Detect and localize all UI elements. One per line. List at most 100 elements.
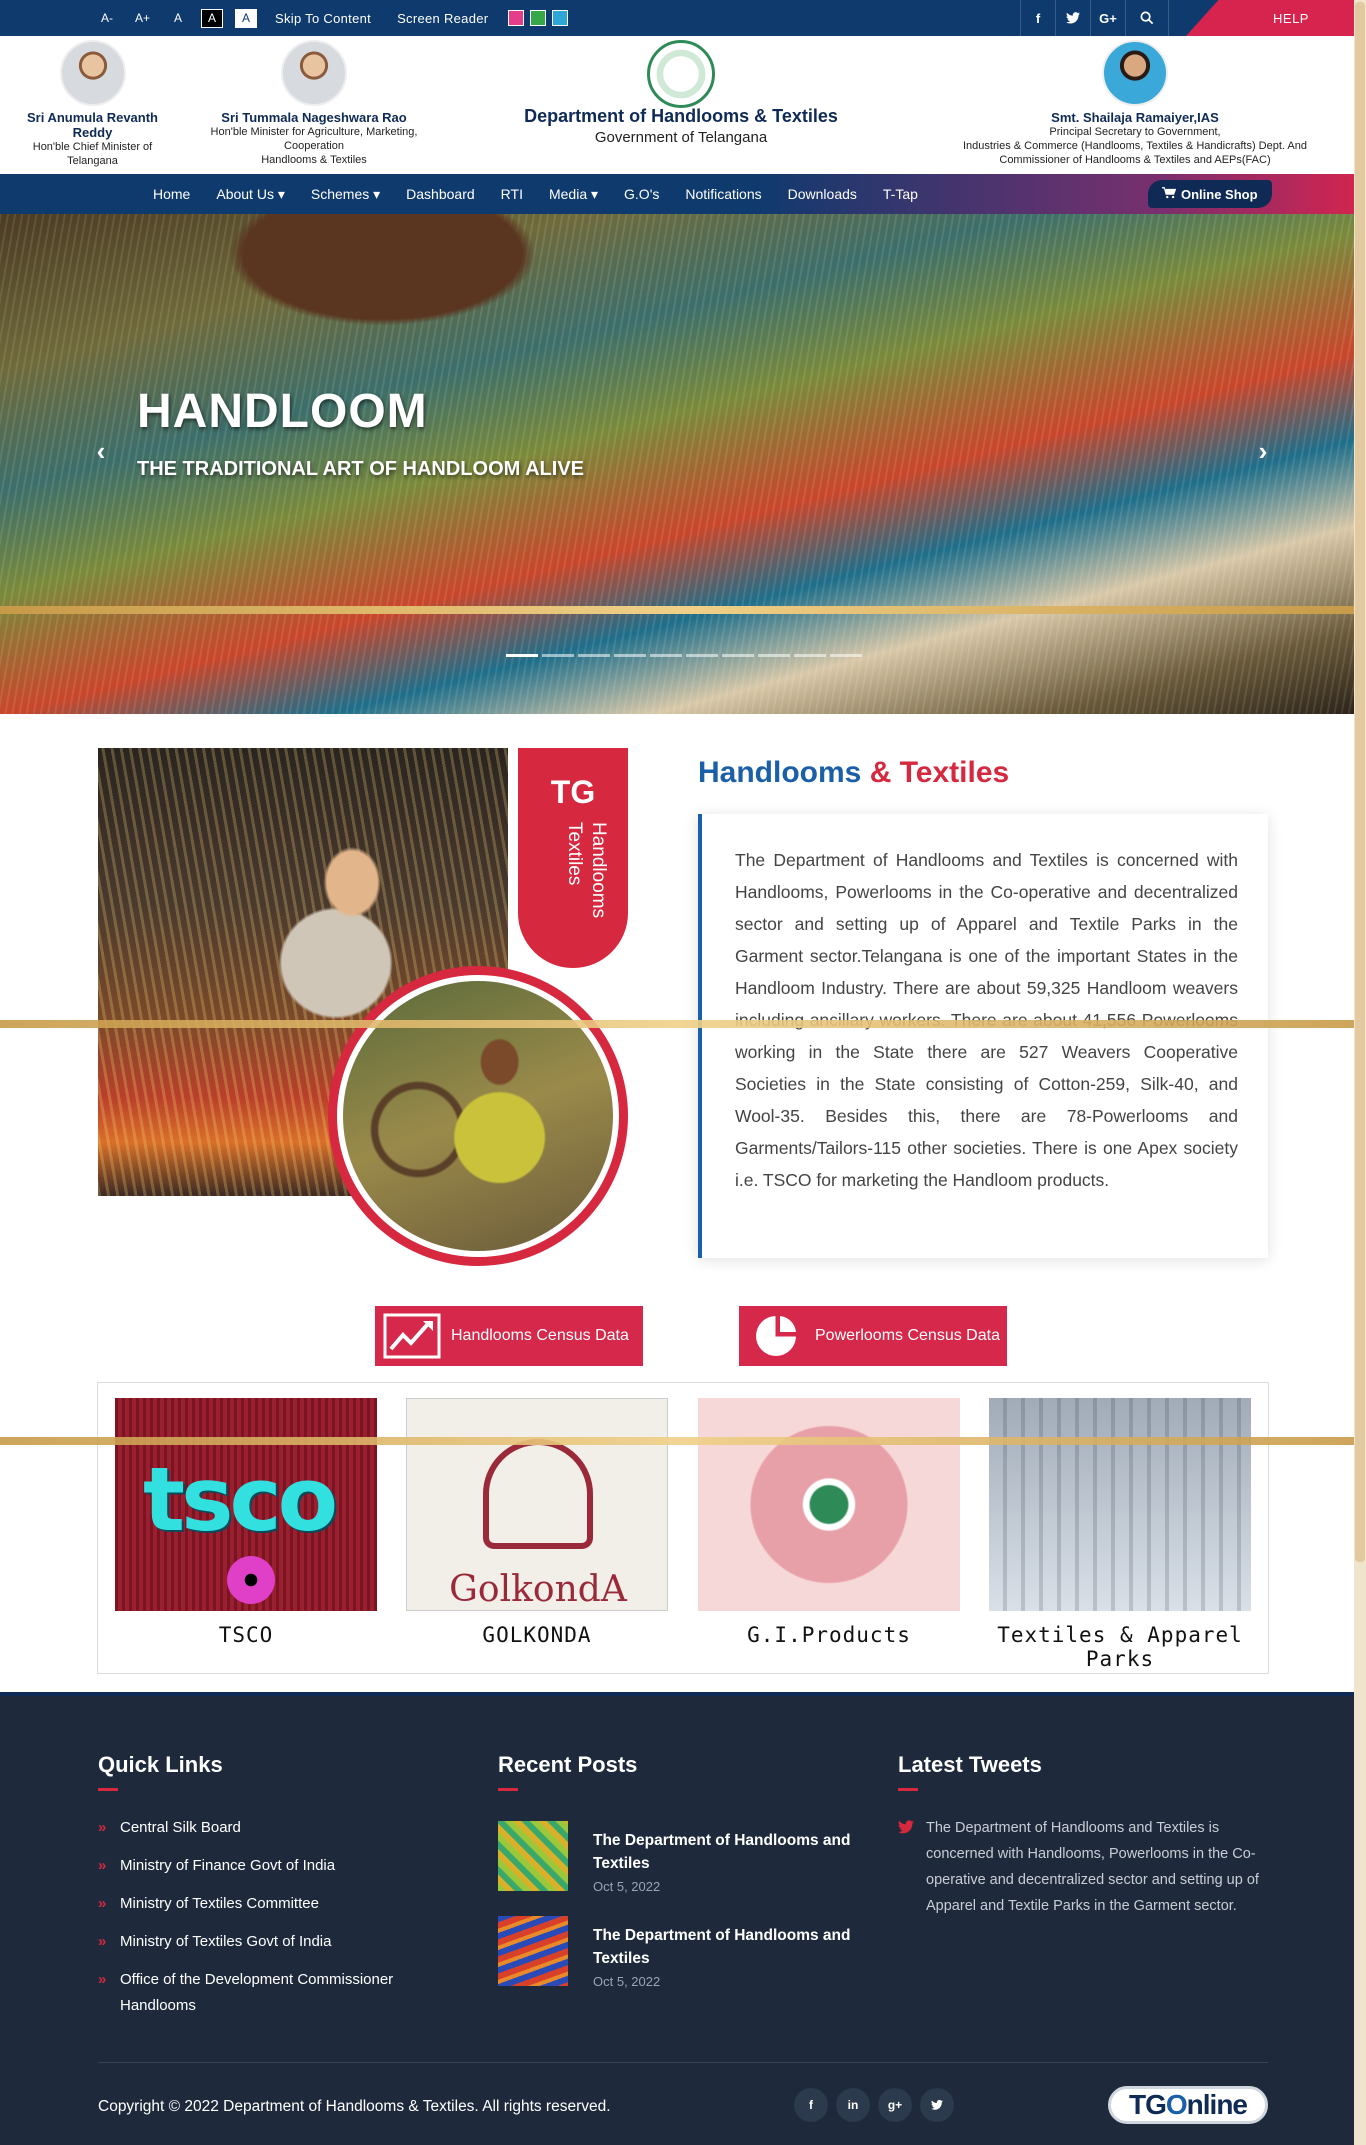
theme-blue-swatch[interactable] — [552, 10, 569, 26]
tgonline-logo-o: O — [1165, 2089, 1188, 2120]
secretary-profile: Smt. Shailaja Ramaiyer,IAS Principal Sec… — [930, 40, 1340, 167]
nav-item-home[interactable]: Home — [140, 186, 203, 202]
slider-dot[interactable] — [578, 654, 610, 657]
google-plus-icon[interactable]: G+ — [1090, 0, 1125, 36]
minister-profile: Sri Tummala Nageshwara Rao Hon'ble Minis… — [190, 40, 438, 167]
flower-icon — [227, 1556, 275, 1604]
tsco-logo-image: tsco — [115, 1398, 377, 1611]
nav-item-about-us[interactable]: About Us ▾ — [203, 186, 298, 203]
chevron-right-icon: » — [98, 1895, 107, 1912]
minister-portfolio: Handlooms & Textiles — [261, 154, 367, 166]
minister-photo — [281, 40, 347, 106]
department-title: Department of Handlooms & Textiles — [524, 106, 838, 126]
post-date: Oct 5, 2022 — [593, 1879, 661, 1894]
nav-item-gos[interactable]: G.O's — [611, 186, 672, 202]
slider-dot[interactable] — [722, 654, 754, 657]
powerlooms-census-button[interactable]: Powerlooms Census Data — [739, 1306, 1007, 1366]
quick-links-heading: Quick Links — [98, 1752, 223, 1777]
handlooms-census-button[interactable]: Handlooms Census Data — [375, 1306, 643, 1366]
quick-link-ministry-textiles[interactable]: » Ministry of Textiles Govt of India — [98, 1929, 418, 1955]
help-button[interactable]: HELP — [1186, 0, 1366, 36]
latest-tweets-heading: Latest Tweets — [898, 1752, 1042, 1777]
nav-item-dashboard[interactable]: Dashboard — [393, 186, 488, 202]
nav-item-downloads[interactable]: Downloads — [775, 186, 870, 202]
slider-dot[interactable] — [758, 654, 790, 657]
about-title-handlooms: Handlooms — [698, 756, 862, 789]
tgonline-logo[interactable]: TG Online — [1108, 2086, 1268, 2124]
twitter-icon[interactable] — [920, 2088, 954, 2122]
contrast-dark-button[interactable]: A — [201, 8, 224, 28]
nav-item-t-tap[interactable]: T-Tap — [870, 186, 931, 202]
linkedin-icon[interactable]: in — [836, 2088, 870, 2122]
font-decrease-button[interactable]: A- — [96, 9, 118, 28]
quick-link-ministry-finance[interactable]: » Ministry of Finance Govt of India — [98, 1853, 418, 1879]
quick-link-textiles-committee[interactable]: » Ministry of Textiles Committee — [98, 1891, 418, 1917]
font-increase-button[interactable]: A+ — [130, 9, 155, 28]
facebook-icon[interactable]: f — [1020, 0, 1055, 36]
powerlooms-census-label: Powerlooms Census Data — [815, 1327, 1000, 1344]
badge-vertical-text: Handlooms Textiles — [562, 822, 610, 918]
nav-item-schemes[interactable]: Schemes ▾ — [298, 186, 393, 203]
twitter-icon[interactable] — [1055, 0, 1090, 36]
footer-separator — [98, 2062, 1268, 2063]
cart-icon — [1162, 186, 1177, 202]
handlooms-census-label: Handlooms Census Data — [451, 1327, 629, 1344]
accessibility-controls: A- A+ A A A Skip To Content Screen Reade… — [96, 0, 574, 36]
font-normal-button[interactable]: A — [167, 9, 189, 28]
slider-dot[interactable] — [614, 654, 646, 657]
gallery-caption: TSCO — [218, 1623, 274, 1647]
about-title-textiles: & Textiles — [869, 756, 1010, 789]
quick-link-dev-commissioner[interactable]: » Office of the Development Commissioner … — [98, 1967, 418, 2019]
gallery-tile-golkonda[interactable]: GolkondA GOLKONDA — [406, 1398, 668, 1647]
theme-green-swatch[interactable] — [530, 10, 547, 26]
chief-minister-photo — [59, 40, 126, 106]
facebook-icon[interactable]: f — [794, 2088, 828, 2122]
nav-item-rti[interactable]: RTI — [488, 186, 536, 202]
recent-post[interactable]: The Department of Handlooms and Textiles… — [498, 1821, 888, 1894]
post-title[interactable]: The Department of Handlooms and Textiles — [593, 1924, 883, 1970]
theme-pink-swatch[interactable] — [508, 10, 525, 26]
online-shop-button[interactable]: Online Shop — [1148, 180, 1272, 208]
gallery-tile-gi-products[interactable]: G.I.Products — [698, 1398, 960, 1647]
slider-dot[interactable] — [650, 654, 682, 657]
page-scrollbar[interactable] — [1354, 0, 1366, 2145]
secretary-designation-3: Commissioner of Handlooms & Textiles and… — [999, 154, 1271, 166]
google-plus-icon[interactable]: g+ — [878, 2088, 912, 2122]
spinning-wheel-image — [328, 966, 628, 1266]
decorative-gold-band — [0, 1437, 1366, 1445]
badge-tg-text: TG — [550, 774, 596, 810]
post-title[interactable]: The Department of Handlooms and Textiles — [593, 1829, 883, 1875]
slider-prev-arrow-icon[interactable]: ‹ — [86, 436, 116, 466]
scrollbar-thumb[interactable] — [1355, 2, 1365, 1562]
hero-title: HANDLOOM — [137, 385, 428, 438]
main-navigation: Home About Us ▾ Schemes ▾ Dashboard RTI … — [0, 174, 1366, 214]
telangana-emblem-logo[interactable] — [647, 40, 715, 108]
search-icon[interactable] — [1125, 0, 1169, 36]
chief-minister-designation: Hon'ble Chief Minister of Telangana — [32, 141, 153, 167]
about-description-card: The Department of Handlooms and Textiles… — [698, 814, 1268, 1258]
slider-dot[interactable] — [506, 654, 538, 657]
slider-dot[interactable] — [542, 654, 574, 657]
slider-dot[interactable] — [686, 654, 718, 657]
slider-dot[interactable] — [794, 654, 826, 657]
nav-menu: Home About Us ▾ Schemes ▾ Dashboard RTI … — [140, 174, 931, 214]
secretary-name: Smt. Shailaja Ramaiyer,IAS — [1051, 110, 1219, 125]
recent-post[interactable]: The Department of Handlooms and Textiles… — [498, 1916, 888, 1989]
slider-next-arrow-icon[interactable]: › — [1248, 436, 1278, 466]
department-title-block: Department of Handlooms & Textiles Gover… — [480, 106, 882, 146]
nav-item-media[interactable]: Media ▾ — [536, 186, 611, 203]
footer-social-links: f in g+ — [794, 2088, 954, 2122]
screen-reader-link[interactable]: Screen Reader — [397, 11, 488, 26]
tg-handlooms-badge: TG Handlooms Textiles — [518, 748, 628, 968]
skip-to-content-link[interactable]: Skip To Content — [275, 11, 371, 26]
tweet-item: The Department of Handlooms and Textiles… — [898, 1815, 1268, 1919]
contrast-light-button[interactable]: A — [235, 8, 258, 28]
decorative-gold-band — [0, 606, 1366, 614]
secretary-designation-1: Principal Secretary to Government, — [1049, 126, 1221, 138]
topbar-social: f G+ — [1020, 0, 1169, 36]
gallery-tile-tsco[interactable]: tsco TSCO — [115, 1398, 377, 1647]
hero-slider: HANDLOOM THE TRADITIONAL ART OF HANDLOOM… — [0, 214, 1366, 714]
nav-item-notifications[interactable]: Notifications — [672, 186, 774, 202]
quick-link-central-silk-board[interactable]: » Central Silk Board — [98, 1815, 418, 1841]
slider-dot[interactable] — [830, 654, 862, 657]
